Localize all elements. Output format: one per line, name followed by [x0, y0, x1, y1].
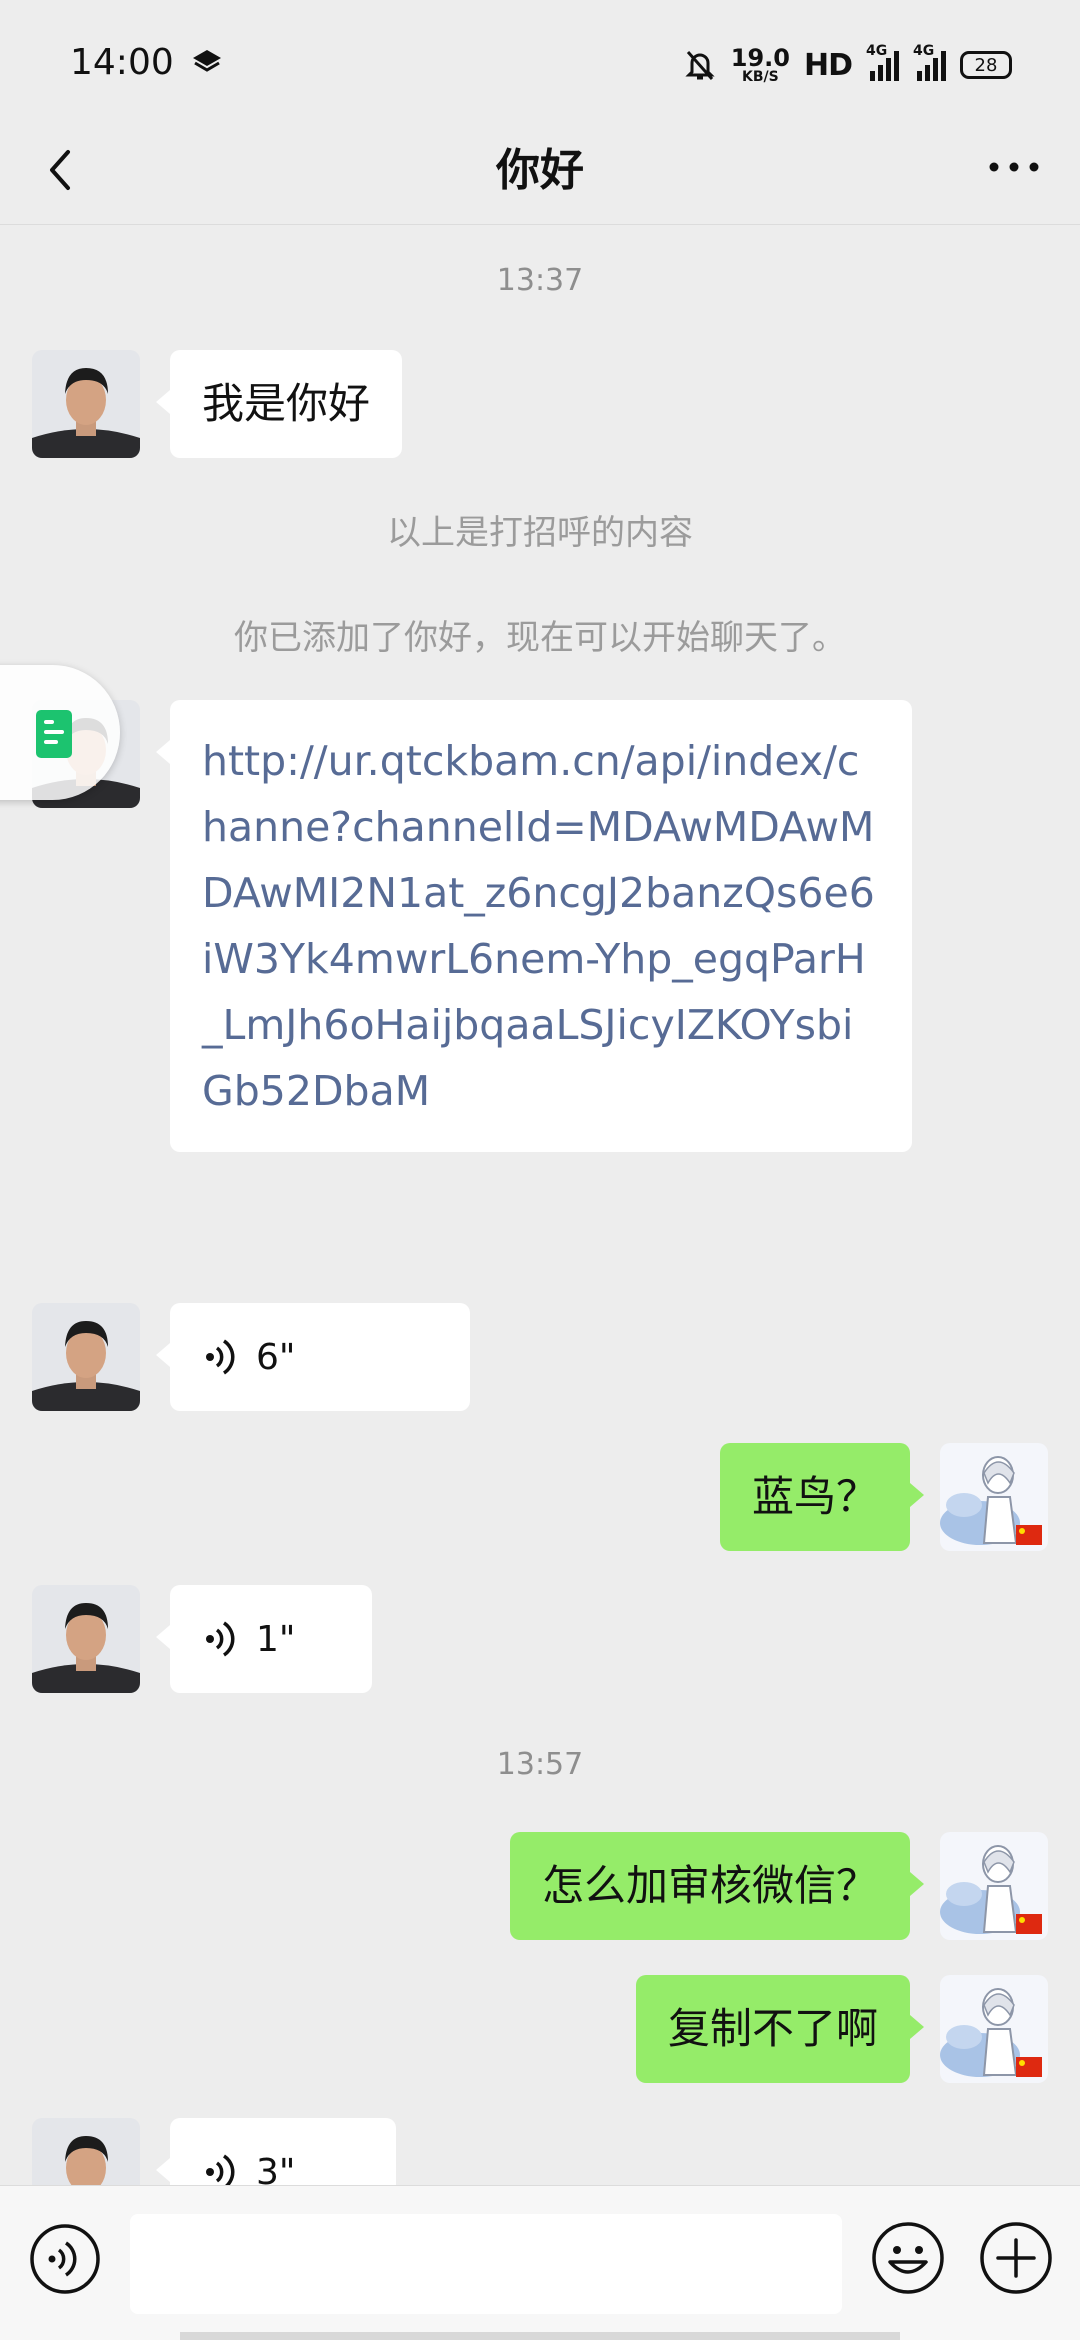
- voice-wave-icon: [206, 2154, 235, 2185]
- avatar-contact[interactable]: [32, 1303, 140, 1411]
- more-dots-icon[interactable]: [984, 152, 1044, 182]
- avatar-contact[interactable]: [32, 350, 140, 458]
- timestamp: 13:37: [496, 263, 584, 298]
- net-speed-value: 19.0: [730, 44, 790, 72]
- page-title: 你好: [496, 145, 584, 196]
- document-icon: [36, 710, 72, 758]
- link-message[interactable]: http://ur.qtckbam.cn/api/index/channe?ch…: [156, 700, 912, 1152]
- system-message-added-friend: 你已添加了你好，现在可以开始聊天了。: [234, 618, 846, 658]
- message-bubble-out[interactable]: 蓝鸟？: [719, 1443, 925, 1551]
- voice-message[interactable]: 6": [156, 1303, 470, 1411]
- voice-toggle-icon[interactable]: [28, 2222, 102, 2296]
- hd-indicator: HD: [803, 47, 853, 83]
- voice-duration: 6": [256, 1336, 296, 1378]
- status-time: 14:00: [70, 42, 174, 83]
- status-indicators: 19.0 KB/S HD 4G 4G 28: [683, 40, 1012, 90]
- mute-bell-icon: [685, 51, 715, 80]
- message-input[interactable]: [130, 2214, 842, 2314]
- voice-message[interactable]: 3": [156, 2118, 396, 2186]
- battery-icon: 28: [960, 51, 1012, 79]
- net-speed-unit: KB/S: [742, 69, 779, 85]
- system-message-greeting-note: 以上是打招呼的内容: [387, 513, 693, 553]
- nav-bar: 你好: [0, 120, 1080, 225]
- status-bar: 14:00 19.0 KB/S HD 4G 4G 28: [0, 0, 1080, 130]
- avatar-self[interactable]: [940, 1832, 1048, 1940]
- avatar-contact[interactable]: [32, 1585, 140, 1693]
- signal-2-label: 4G: [913, 43, 935, 59]
- timestamp: 13:57: [496, 1747, 584, 1782]
- avatar-self[interactable]: [940, 1443, 1048, 1551]
- voice-wave-icon: [206, 1339, 235, 1375]
- avatar-contact[interactable]: [32, 2118, 140, 2185]
- avatar-self[interactable]: [940, 1975, 1048, 2083]
- chat-screen: 14:00 19.0 KB/S HD 4G 4G 28 你好 13:37 我是你…: [0, 0, 1080, 2340]
- signal-icon: 4G: [866, 43, 899, 81]
- signal-1-label: 4G: [866, 43, 888, 59]
- layers-icon: [193, 50, 221, 72]
- gesture-bar: [180, 2332, 900, 2340]
- message-bubble-in[interactable]: 我是你好: [155, 350, 403, 458]
- voice-duration: 1": [256, 1618, 296, 1660]
- battery-level: 28: [974, 54, 998, 76]
- emoji-icon[interactable]: [870, 2220, 946, 2296]
- voice-wave-icon: [206, 1621, 235, 1657]
- message-list[interactable]: 13:37 我是你好 以上是打招呼的内容 你已添加了你好，现在可以开始聊天了。: [0, 225, 1080, 2185]
- voice-message[interactable]: 1": [156, 1585, 372, 1693]
- plus-icon[interactable]: [978, 2220, 1054, 2296]
- voice-duration: 3": [256, 2151, 296, 2186]
- signal-icon: 4G: [913, 43, 946, 81]
- message-bubble-out[interactable]: 怎么加审核微信？: [509, 1832, 925, 1940]
- net-speed: 19.0 KB/S: [731, 46, 790, 84]
- message-bubble-out[interactable]: 复制不了啊: [635, 1975, 925, 2083]
- input-bar: [0, 2185, 1080, 2340]
